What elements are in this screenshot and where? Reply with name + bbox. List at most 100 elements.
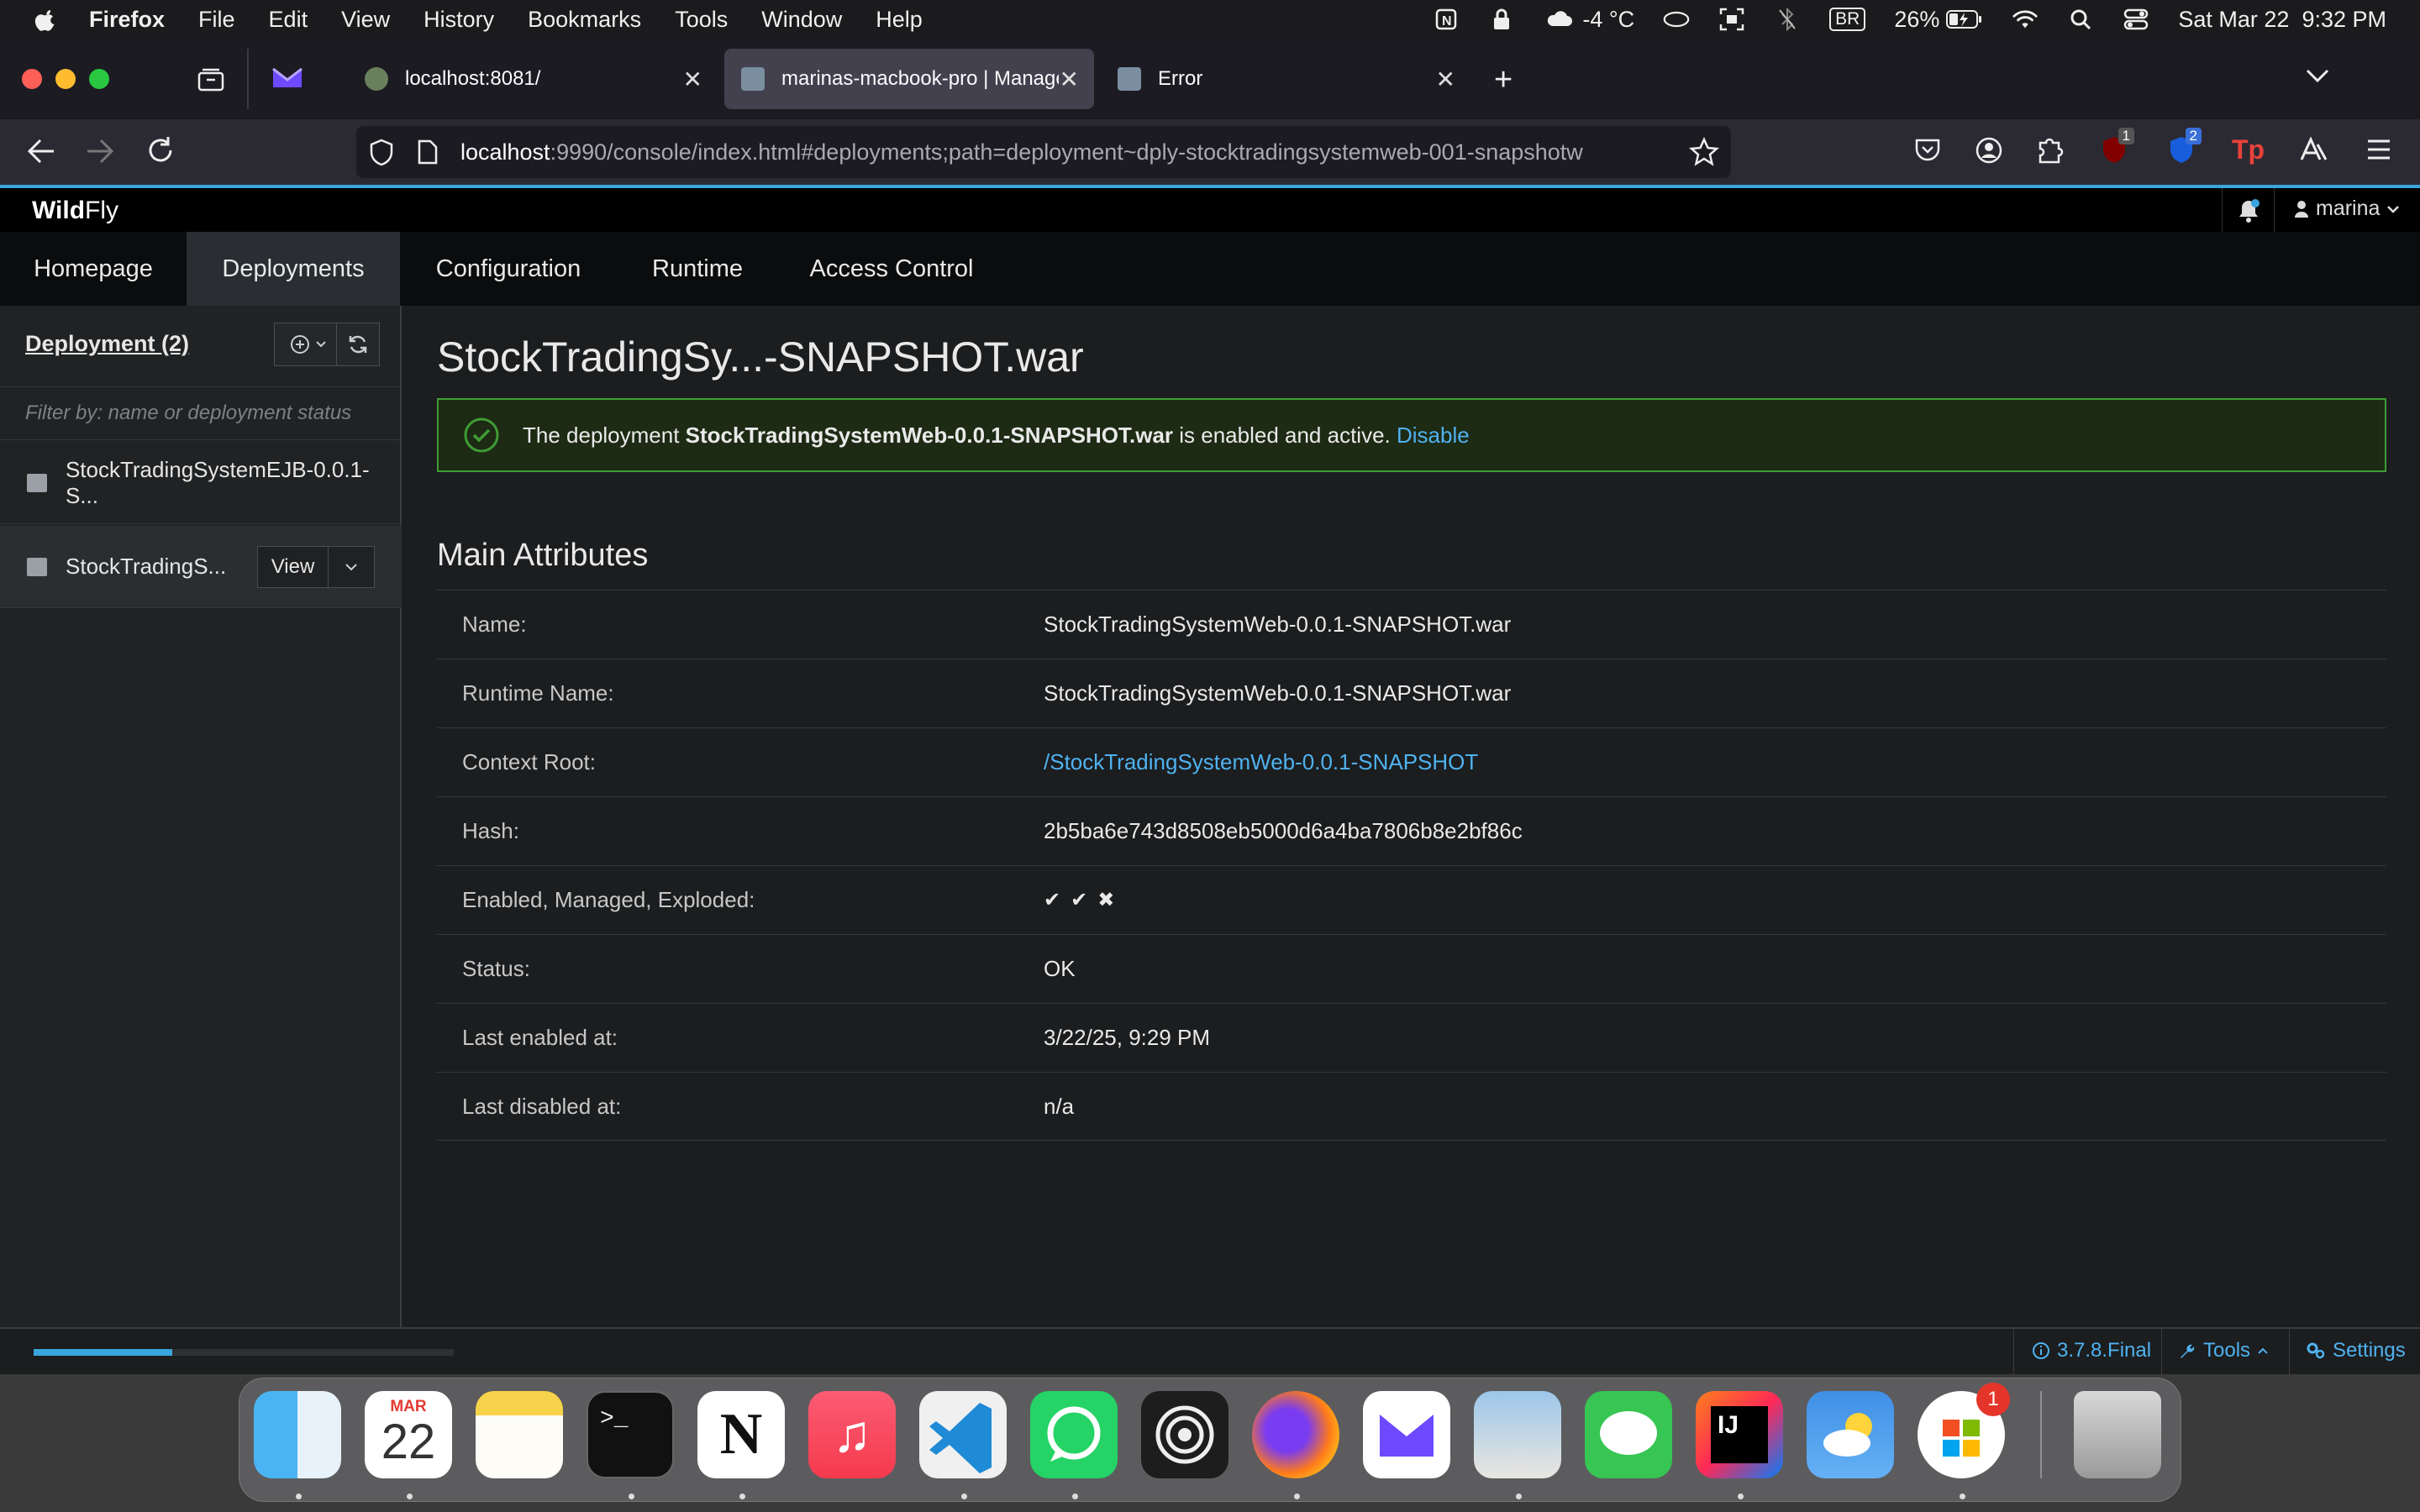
messages-icon[interactable] — [1585, 1391, 1672, 1478]
spotlight-search-icon[interactable] — [2067, 8, 2094, 31]
version-link[interactable]: 3.7.8.Final — [2032, 1339, 2151, 1362]
menu-help[interactable]: Help — [876, 7, 923, 33]
tab-close-icon[interactable]: ✕ — [1060, 66, 1079, 93]
hamburger-menu-icon[interactable] — [2366, 138, 2391, 165]
bluetooth-off-icon[interactable] — [1774, 8, 1801, 31]
bookmark-star-icon[interactable] — [1689, 137, 1719, 167]
page-info-icon[interactable] — [417, 139, 439, 165]
wifi-icon[interactable] — [2012, 8, 2039, 31]
menu-tools[interactable]: Tools — [675, 7, 728, 33]
extensions-puzzle-icon[interactable] — [2037, 134, 2065, 169]
bitwarden-extension-icon[interactable]: 2 — [2166, 128, 2202, 165]
finder-icon[interactable] — [254, 1391, 341, 1478]
lock-status-icon[interactable] — [1488, 8, 1515, 31]
translate-extension-icon[interactable] — [2299, 136, 2329, 167]
input-source-badge[interactable]: BR — [1829, 8, 1866, 31]
whatsapp-icon[interactable] — [1030, 1391, 1118, 1478]
typing-extension-icon[interactable]: Tp — [2232, 134, 2265, 165]
ring-status-icon[interactable] — [1663, 8, 1690, 31]
forward-button[interactable] — [84, 136, 116, 171]
nav-tab-runtime[interactable]: Runtime — [617, 232, 778, 306]
nav-tab-homepage[interactable]: Homepage — [0, 232, 187, 306]
nav-tab-deployments[interactable]: Deployments — [187, 232, 400, 306]
wildfly-logo[interactable]: WildFly — [32, 197, 118, 225]
tab-close-icon[interactable]: ✕ — [1436, 66, 1455, 93]
url-bar[interactable]: localhost:9990/console/index.html#deploy… — [356, 126, 1731, 178]
disable-link[interactable]: Disable — [1397, 423, 1470, 449]
divider — [2222, 188, 2223, 232]
filter-input[interactable]: Filter by: name or deployment status — [0, 386, 400, 440]
menu-app-name[interactable]: Firefox — [89, 7, 165, 33]
menu-view[interactable]: View — [341, 7, 390, 33]
menu-bookmarks[interactable]: Bookmarks — [528, 7, 641, 33]
perplexity-icon[interactable] — [1141, 1391, 1228, 1478]
window-minimize-button[interactable] — [55, 69, 76, 89]
terminal-icon[interactable]: >_ — [587, 1391, 674, 1478]
intellij-icon[interactable]: IJ — [1696, 1391, 1783, 1478]
chevron-down-icon — [345, 564, 357, 571]
add-deployment-button[interactable] — [274, 323, 343, 366]
menu-window[interactable]: Window — [761, 7, 842, 33]
clock[interactable]: Sat Mar 22 9:32 PM — [2178, 7, 2386, 33]
nav-tab-configuration[interactable]: Configuration — [400, 232, 617, 306]
tab-title: marinas-macbook-pro | Manage — [781, 67, 1059, 90]
pocket-icon[interactable] — [1914, 136, 1941, 167]
tracking-protection-shield-icon[interactable] — [368, 138, 395, 166]
preview-icon[interactable] — [1474, 1391, 1561, 1478]
tab-wildfly-console[interactable]: marinas-macbook-pro | Manage ✕ — [724, 49, 1094, 109]
tab-localhost-8081[interactable]: localhost:8081/ ✕ — [348, 49, 718, 109]
divider — [2013, 1329, 2014, 1374]
tab-error[interactable]: Error ✕ — [1101, 49, 1470, 109]
attribute-row-hash: Hash: 2b5ba6e743d8508eb5000d6a4ba7806b8e… — [437, 796, 2386, 865]
screen-capture-icon[interactable] — [1718, 8, 1745, 31]
apple-icon[interactable] — [34, 7, 59, 32]
tools-menu[interactable]: Tools — [2178, 1339, 2269, 1362]
tab-close-icon[interactable]: ✕ — [683, 66, 702, 93]
reload-button[interactable] — [145, 134, 176, 171]
account-icon[interactable] — [1975, 136, 2003, 169]
back-button[interactable] — [25, 136, 57, 171]
main-navigation: Homepage Deployments Configuration Runti… — [0, 232, 2420, 306]
firefox-view-icon[interactable] — [197, 66, 225, 92]
window-zoom-button[interactable] — [89, 69, 109, 89]
item-actions-dropdown[interactable] — [329, 547, 374, 587]
attribute-row-status: Status: OK — [437, 934, 2386, 1003]
menu-edit[interactable]: Edit — [269, 7, 308, 33]
refresh-button[interactable] — [336, 323, 380, 366]
settings-link[interactable]: Settings — [2306, 1339, 2406, 1362]
vscode-icon[interactable] — [919, 1391, 1007, 1478]
weather-status[interactable]: -4 °C — [1544, 7, 1634, 33]
running-indicator — [629, 1494, 634, 1499]
office-installer-icon[interactable]: 1 — [1918, 1383, 2010, 1478]
new-tab-button[interactable]: + — [1494, 62, 1512, 98]
notes-icon[interactable] — [476, 1391, 563, 1478]
deployment-item-ejb[interactable]: StockTradingSystemEJB-0.0.1-S... — [0, 442, 402, 524]
attribute-value: StockTradingSystemWeb-0.0.1-SNAPSHOT.war — [1044, 612, 1512, 637]
control-center-icon[interactable] — [2123, 8, 2149, 31]
firefox-icon[interactable] — [1252, 1391, 1339, 1478]
context-root-link[interactable]: /StockTradingSystemWeb-0.0.1-SNAPSHOT — [1044, 749, 1478, 775]
pinned-tab-proton-mail[interactable] — [271, 66, 304, 92]
notifications-bell-icon[interactable] — [2237, 198, 2260, 228]
proton-mail-icon[interactable] — [1363, 1391, 1450, 1478]
notion-status-icon[interactable]: N — [1433, 8, 1460, 31]
nav-tab-access-control[interactable]: Access Control — [778, 232, 1005, 306]
attribute-value: OK — [1044, 956, 1076, 981]
attribute-key: Last enabled at: — [462, 1025, 618, 1050]
view-button[interactable]: View — [258, 547, 329, 587]
list-all-tabs-icon[interactable] — [2304, 66, 2331, 90]
trash-icon[interactable] — [2074, 1391, 2161, 1478]
deployment-count-heading[interactable]: Deployment (2) — [25, 331, 189, 357]
weather-icon[interactable] — [1807, 1391, 1894, 1478]
notion-icon[interactable]: N — [697, 1391, 785, 1478]
ublock-extension-icon[interactable]: 1 — [2099, 128, 2134, 165]
window-close-button[interactable] — [22, 69, 42, 89]
user-menu[interactable]: marina — [2294, 197, 2400, 221]
music-icon[interactable]: ♫ — [808, 1391, 896, 1478]
calendar-icon[interactable]: MAR 22 — [365, 1391, 452, 1478]
menu-history[interactable]: History — [424, 7, 494, 33]
battery-status[interactable]: 26% — [1894, 7, 1983, 33]
battery-percent: 26% — [1894, 6, 1940, 32]
menu-file[interactable]: File — [198, 7, 235, 33]
deployment-item-web[interactable]: StockTradingS... View — [0, 526, 402, 608]
